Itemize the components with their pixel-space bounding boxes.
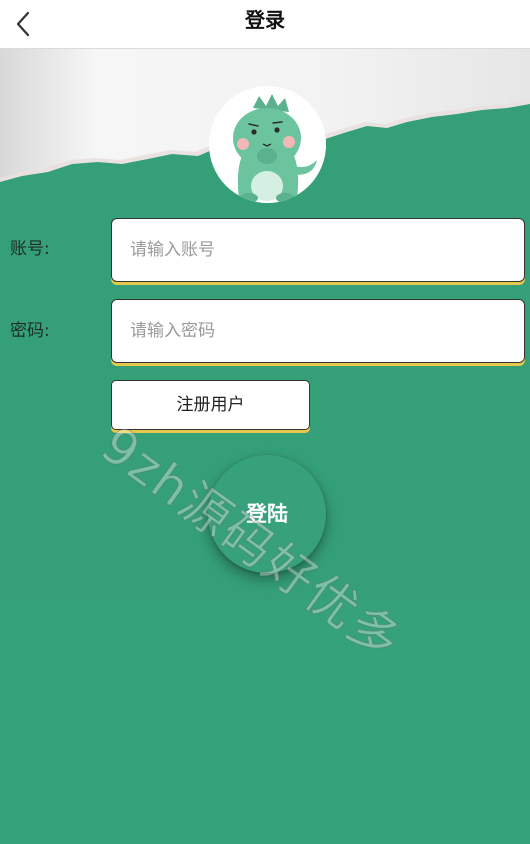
login-button[interactable]: 登陆: [208, 455, 326, 573]
account-input[interactable]: [111, 218, 525, 282]
account-label: 账号:: [10, 239, 50, 259]
dinosaur-mascot-icon: [209, 86, 326, 203]
page-title: 登录: [245, 8, 285, 32]
register-button[interactable]: 注册用户: [111, 380, 310, 430]
password-input[interactable]: [111, 299, 525, 363]
password-label: 密码:: [10, 321, 50, 341]
navigation-bar: 登录: [0, 0, 530, 49]
avatar: [209, 86, 326, 203]
